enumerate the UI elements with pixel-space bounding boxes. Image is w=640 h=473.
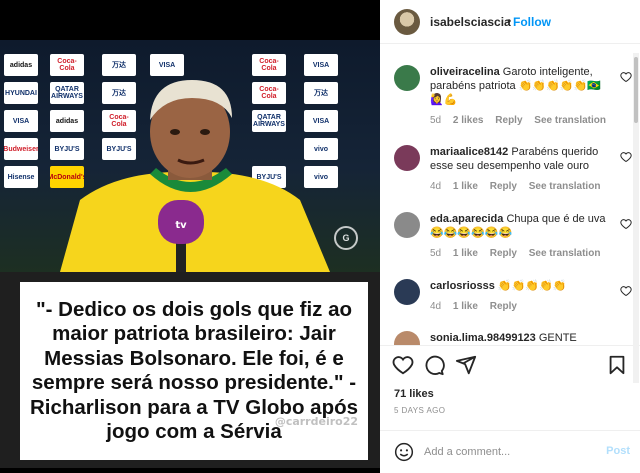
comment-username[interactable]: mariaalice8142 bbox=[430, 146, 508, 158]
comment-text: 👏👏👏👏👏 bbox=[497, 280, 567, 292]
commenter-avatar[interactable] bbox=[394, 145, 420, 171]
commenter-avatar[interactable] bbox=[394, 212, 420, 238]
comment-meta: 4d 1 like Reply bbox=[430, 301, 526, 312]
author-username[interactable]: isabelsciascia bbox=[430, 15, 511, 29]
comment-like-heart-icon[interactable] bbox=[620, 151, 632, 163]
heart-icon[interactable] bbox=[392, 354, 414, 376]
comment-username[interactable]: eda.aparecida bbox=[430, 213, 503, 225]
comment-reply-button[interactable]: Reply bbox=[495, 115, 522, 126]
comment-meta: 5d 2 likes Reply See translation bbox=[430, 115, 615, 126]
smiley-icon[interactable] bbox=[394, 442, 414, 462]
post-sidebar: isabelsciascia • Follow oliveiracelina G… bbox=[380, 0, 640, 473]
comments-scrollbar[interactable] bbox=[633, 53, 639, 383]
see-translation-button[interactable]: See translation bbox=[529, 181, 601, 192]
see-translation-button[interactable]: See translation bbox=[529, 248, 601, 259]
comment-meta: 4d 1 like Reply See translation bbox=[430, 181, 609, 192]
comment-body: sonia.lima.98499123 GENTE bbox=[430, 331, 610, 345]
comment-reply-button[interactable]: Reply bbox=[490, 301, 517, 312]
post-actions bbox=[380, 345, 640, 385]
post-comment-button[interactable]: Post bbox=[606, 445, 630, 457]
comment-time: 5d bbox=[430, 248, 442, 259]
see-translation-button[interactable]: See translation bbox=[534, 115, 606, 126]
instagram-post-modal: adidas Coca-Cola 万达 VISA Coca-Cola VISA … bbox=[0, 0, 640, 473]
comment-icon[interactable] bbox=[423, 354, 445, 376]
comment-like-heart-icon[interactable] bbox=[620, 71, 632, 83]
comment-body: mariaalice8142 Parabéns querido esse seu… bbox=[430, 145, 610, 173]
comment-meta: 5d 1 like Reply See translation bbox=[430, 248, 609, 259]
share-icon[interactable] bbox=[455, 354, 477, 376]
comment-body: oliveiracelina Garoto inteligente, parab… bbox=[430, 65, 610, 107]
post-time-ago: 5 DAYS AGO bbox=[394, 406, 446, 415]
bookmark-icon[interactable] bbox=[606, 354, 628, 376]
commenter-avatar[interactable] bbox=[394, 65, 420, 91]
comment-time: 5d bbox=[430, 115, 442, 126]
comment-time: 4d bbox=[430, 301, 442, 312]
quote-section: "- Dedico os dois gols que fiz ao maior … bbox=[0, 272, 380, 468]
comment-reply-button[interactable]: Reply bbox=[490, 248, 517, 259]
comment-username[interactable]: oliveiracelina bbox=[430, 66, 500, 78]
tv-network-logo: G bbox=[334, 226, 358, 250]
comment-text: GENTE bbox=[538, 332, 577, 344]
quote-card: "- Dedico os dois gols que fiz ao maior … bbox=[20, 282, 368, 460]
comment-body: eda.aparecida Chupa que é de uva 😂😂😂😂😂😂 bbox=[430, 212, 610, 240]
comment-body: carlosriosss 👏👏👏👏👏 bbox=[430, 279, 610, 293]
comment-composer: Post bbox=[380, 430, 640, 473]
interview-photo: adidas Coca-Cola 万达 VISA Coca-Cola VISA … bbox=[0, 40, 380, 272]
scrollbar-thumb[interactable] bbox=[634, 57, 638, 123]
comment-like-heart-icon[interactable] bbox=[620, 218, 632, 230]
comment-reply-button[interactable]: Reply bbox=[490, 181, 517, 192]
comment-likes-button[interactable]: 2 likes bbox=[453, 115, 484, 126]
comment-username[interactable]: carlosriosss bbox=[430, 280, 495, 292]
comment-like-heart-icon[interactable] bbox=[620, 285, 632, 297]
commenter-avatar[interactable] bbox=[394, 279, 420, 305]
comment-likes-button[interactable]: 1 like bbox=[453, 248, 478, 259]
svg-text:tv: tv bbox=[175, 220, 187, 231]
comment-input[interactable] bbox=[424, 443, 594, 461]
header-separator: • bbox=[507, 14, 512, 28]
tiktok-watermark: @carrdeiro22 bbox=[274, 415, 358, 428]
comment-time: 4d bbox=[430, 181, 442, 192]
commenter-avatar[interactable] bbox=[394, 331, 420, 345]
post-header: isabelsciascia • Follow bbox=[380, 0, 640, 44]
player-figure: tv bbox=[60, 80, 330, 272]
comments-list[interactable]: oliveiracelina Garoto inteligente, parab… bbox=[380, 45, 640, 345]
likes-count[interactable]: 71 likes bbox=[394, 388, 434, 400]
post-media[interactable]: adidas Coca-Cola 万达 VISA Coca-Cola VISA … bbox=[0, 0, 380, 473]
comment-likes-button[interactable]: 1 like bbox=[453, 181, 478, 192]
follow-button[interactable]: Follow bbox=[513, 15, 551, 29]
comment-username[interactable]: sonia.lima.98499123 bbox=[430, 332, 536, 344]
comment-likes-button[interactable]: 1 like bbox=[453, 301, 478, 312]
author-avatar[interactable] bbox=[394, 9, 420, 35]
